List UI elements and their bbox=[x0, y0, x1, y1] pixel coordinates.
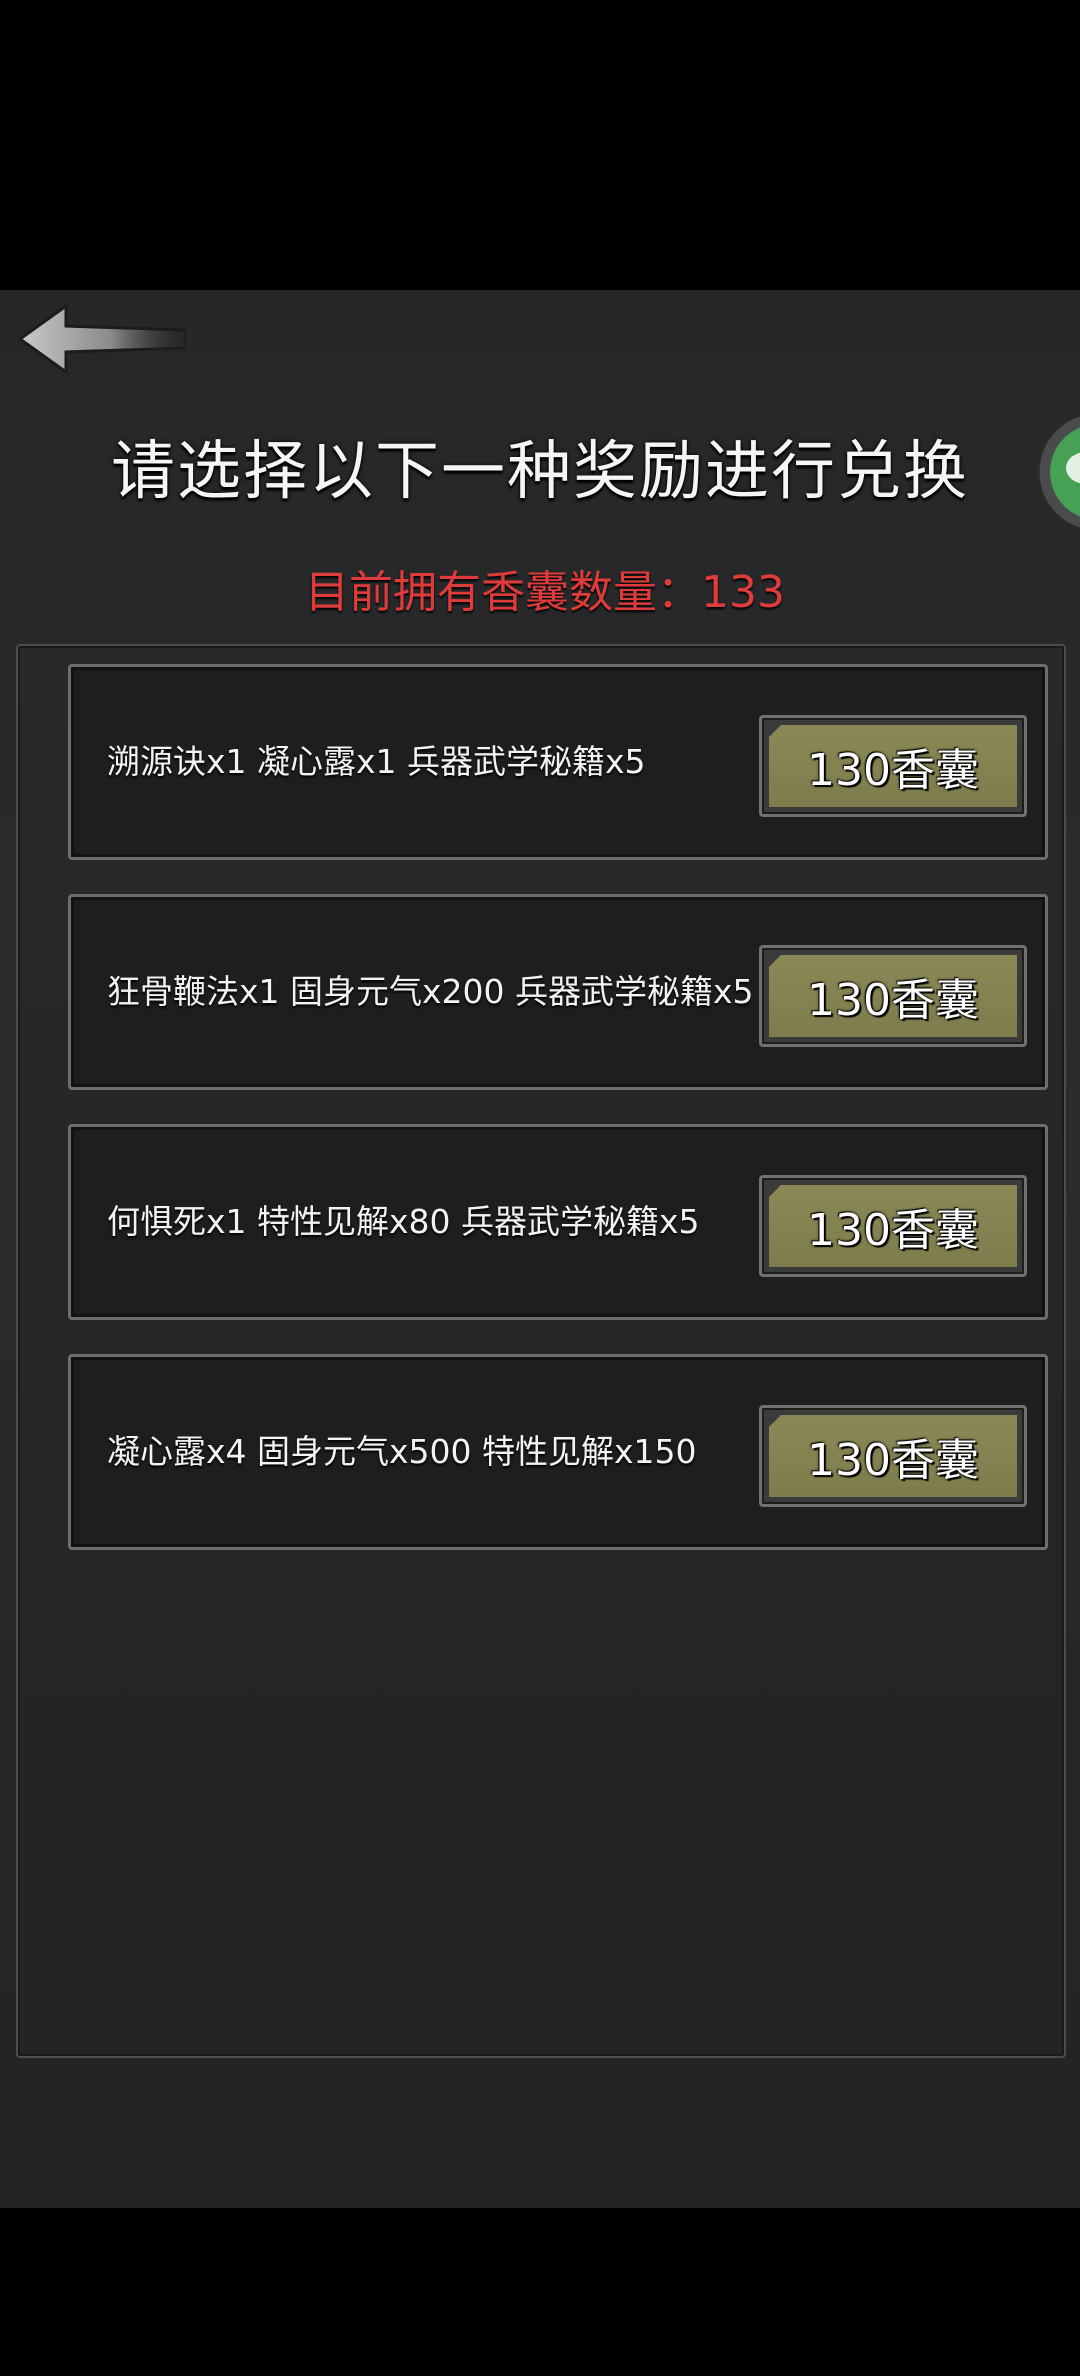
navigation-bar-area bbox=[0, 2208, 1080, 2376]
exchange-button-label: 130香囊 bbox=[807, 975, 979, 1026]
reward-row: 狂骨鞭法x1 固身元气x200 兵器武学秘籍x5 130香囊 bbox=[68, 894, 1048, 1090]
page-title: 请选择以下一种奖励进行兑换 bbox=[111, 435, 969, 509]
back-button[interactable] bbox=[17, 300, 188, 378]
reward-description: 凝心露x4 固身元气x500 特性见解x150 bbox=[107, 1432, 697, 1471]
exchange-button[interactable]: 130香囊 bbox=[759, 715, 1027, 817]
chat-button[interactable] bbox=[1034, 408, 1080, 536]
reward-row: 溯源诀x1 凝心露x1 兵器武学秘籍x5 130香囊 bbox=[68, 664, 1048, 860]
exchange-button-label: 130香囊 bbox=[807, 1435, 979, 1486]
exchange-button[interactable]: 130香囊 bbox=[759, 1405, 1027, 1507]
exchange-button[interactable]: 130香囊 bbox=[759, 1175, 1027, 1277]
reward-description: 狂骨鞭法x1 固身元气x200 兵器武学秘籍x5 bbox=[107, 972, 754, 1011]
exchange-button[interactable]: 130香囊 bbox=[759, 945, 1027, 1047]
reward-description: 溯源诀x1 凝心露x1 兵器武学秘籍x5 bbox=[107, 742, 646, 781]
reward-row: 凝心露x4 固身元气x500 特性见解x150 130香囊 bbox=[68, 1354, 1048, 1550]
exchange-button-label: 130香囊 bbox=[807, 745, 979, 796]
reward-description: 何惧死x1 特性见解x80 兵器武学秘籍x5 bbox=[107, 1202, 700, 1241]
sachet-count: 目前拥有香囊数量：133 bbox=[305, 567, 785, 618]
reward-row: 何惧死x1 特性见解x80 兵器武学秘籍x5 130香囊 bbox=[68, 1124, 1048, 1320]
chat-bubble-icon bbox=[1036, 413, 1080, 531]
rewards-panel: 溯源诀x1 凝心露x1 兵器武学秘籍x5 130香囊 狂骨鞭法x1 固身元气x2… bbox=[16, 644, 1066, 2058]
status-bar-area bbox=[0, 0, 1080, 290]
back-arrow-icon bbox=[17, 303, 188, 375]
exchange-button-label: 130香囊 bbox=[807, 1205, 979, 1256]
